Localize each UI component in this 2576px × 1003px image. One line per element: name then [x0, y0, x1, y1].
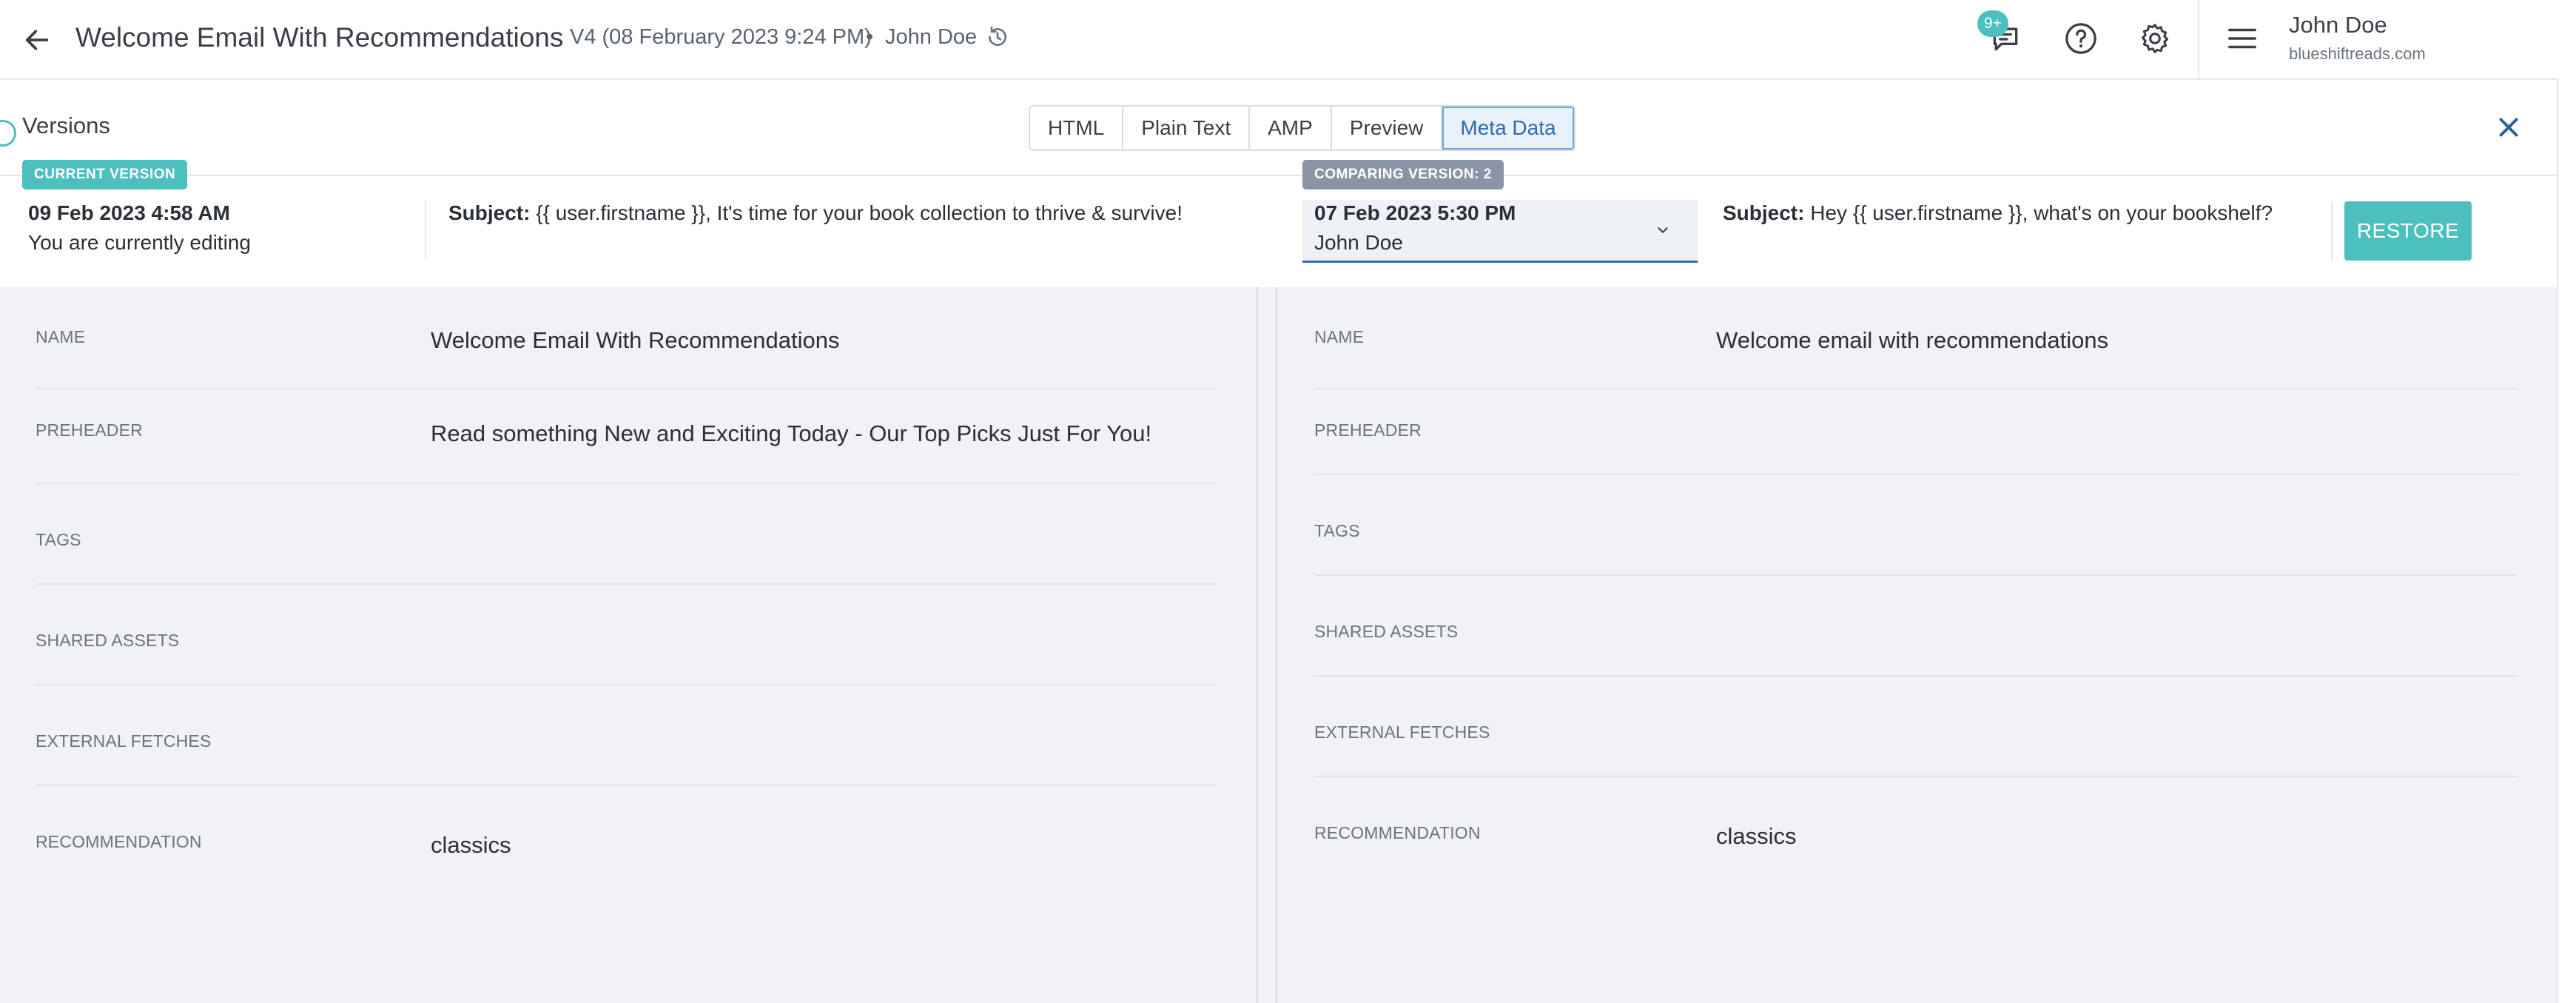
meta-label: RECOMMENDATION	[1314, 823, 1481, 842]
meta-label: PREHEADER	[36, 420, 143, 440]
compare-subject: Subject: Hey {{ user.firstname }}, what'…	[1723, 201, 2273, 225]
meta-value: Read something New and Exciting Today - …	[431, 420, 1152, 446]
meta-label: PREHEADER	[1314, 420, 1422, 440]
meta-value: Welcome Email With Recommendations	[431, 327, 840, 353]
tab-html[interactable]: HTML	[1030, 107, 1124, 150]
current-subject-text: {{ user.firstname }}, It's time for your…	[536, 201, 1183, 224]
meta-label: TAGS	[36, 530, 81, 549]
tab-plain-text[interactable]: Plain Text	[1123, 107, 1251, 150]
meta-label: NAME	[1314, 327, 1365, 346]
meta-label: TAGS	[1314, 521, 1360, 540]
divider	[425, 201, 426, 261]
meta-row-external-fetches: EXTERNAL FETCHES	[36, 685, 1217, 786]
meta-label: SHARED ASSETS	[36, 631, 180, 650]
restore-button[interactable]: RESTORE	[2344, 201, 2472, 261]
menu-hamburger-icon[interactable]	[2220, 16, 2264, 61]
meta-value: classics	[431, 832, 511, 858]
meta-row-tags: TAGS	[36, 484, 1217, 585]
meta-row-name: NAME Welcome email with recommendations	[1314, 287, 2518, 389]
notification-badge: 9+	[1977, 10, 2008, 37]
help-icon[interactable]	[2059, 16, 2103, 61]
top-bar: Welcome Email With Recommendations V4 (0…	[0, 0, 2576, 80]
meta-separator: •	[866, 25, 874, 49]
current-version-badge: CURRENT VERSION	[22, 160, 188, 189]
meta-value: Welcome email with recommendations	[1716, 327, 2109, 353]
subject-label: Subject:	[448, 201, 531, 224]
current-subject: Subject: {{ user.firstname }}, It's time…	[448, 201, 1183, 225]
meta-label: RECOMMENDATION	[36, 832, 202, 851]
comparing-version-badge: COMPARING VERSION: 2	[1302, 160, 1504, 189]
meta-row-recommendation: RECOMMENDATION classics	[36, 786, 1217, 885]
tab-amp[interactable]: AMP	[1250, 107, 1332, 150]
meta-label: NAME	[36, 327, 86, 346]
meta-row-preheader: PREHEADER Read something New and Excitin…	[36, 389, 1217, 484]
compare-version-metadata-panel: NAME Welcome email with recommendations …	[1277, 287, 2557, 1003]
panel-separator	[1257, 287, 1277, 1003]
meta-row-preheader: PREHEADER	[1314, 389, 2518, 475]
compare-subject-text: Hey {{ user.firstname }}, what's on your…	[1810, 201, 2273, 224]
meta-row-name: NAME Welcome Email With Recommendations	[36, 287, 1217, 389]
account-domain: blueshiftreads.com	[2289, 44, 2426, 63]
divider	[2331, 201, 2333, 261]
subject-label: Subject:	[1723, 201, 1805, 224]
scroll-gutter[interactable]	[2557, 78, 2576, 1003]
current-version-date: 09 Feb 2023 4:58 AM	[28, 201, 230, 224]
meta-label: EXTERNAL FETCHES	[1314, 722, 1490, 742]
tab-preview[interactable]: Preview	[1331, 107, 1443, 150]
meta-row-shared-assets: SHARED ASSETS	[36, 585, 1217, 685]
tab-meta-data[interactable]: Meta Data	[1442, 107, 1574, 150]
version-author: John Doe	[885, 25, 978, 49]
meta-value: classics	[1716, 823, 1797, 849]
version-meta: V4 (08 February 2023 9:24 PM)	[570, 25, 872, 49]
page-title: Welcome Email With Recommendations	[75, 22, 564, 53]
versions-title: Versions	[22, 113, 110, 138]
settings-gear-icon[interactable]	[2133, 16, 2177, 61]
meta-row-recommendation: RECOMMENDATION classics	[1314, 777, 2518, 876]
compare-version-select[interactable]: 07 Feb 2023 5:30 PM John Doe	[1302, 200, 1698, 263]
current-version-metadata-panel: NAME Welcome Email With Recommendations …	[0, 287, 1257, 1003]
history-icon[interactable]	[983, 22, 1012, 52]
compare-version-user: John Doe	[1314, 231, 1403, 254]
meta-label: SHARED ASSETS	[1314, 622, 1459, 641]
view-tabs: HTML Plain Text AMP Preview Meta Data	[1029, 105, 1575, 151]
compare-version-date: 07 Feb 2023 5:30 PM	[1314, 201, 1516, 224]
version-compare-strip	[0, 175, 2557, 287]
close-icon[interactable]	[2491, 110, 2526, 145]
account-divider	[2198, 0, 2199, 78]
meta-row-shared-assets: SHARED ASSETS	[1314, 576, 2518, 677]
meta-row-external-fetches: EXTERNAL FETCHES	[1314, 677, 2518, 777]
meta-label: EXTERNAL FETCHES	[36, 731, 212, 751]
back-arrow-icon[interactable]	[16, 19, 58, 61]
collapse-panel-icon[interactable]	[0, 120, 16, 147]
meta-row-tags: TAGS	[1314, 475, 2518, 576]
account-name[interactable]: John Doe	[2289, 12, 2387, 38]
current-version-status: You are currently editing	[28, 231, 251, 254]
chevron-down-icon	[1650, 218, 1675, 243]
